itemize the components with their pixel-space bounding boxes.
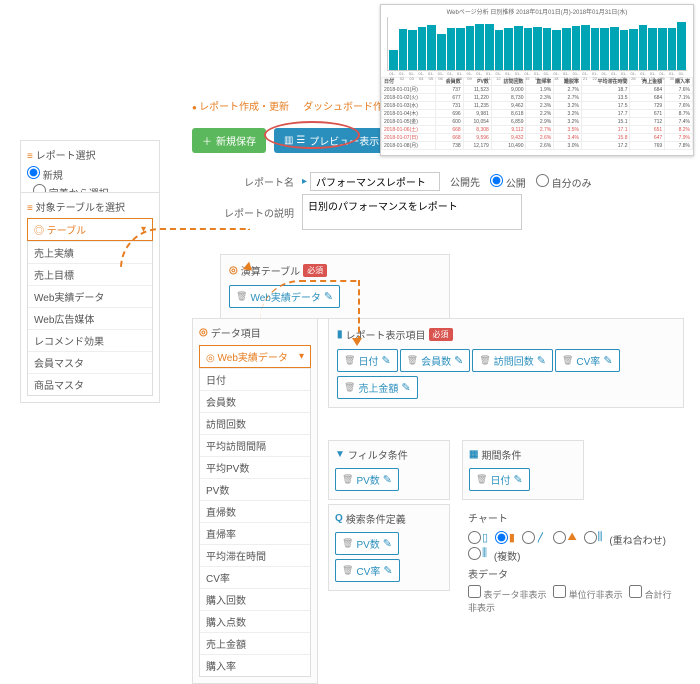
preview-button[interactable]: ▥ ☰プレビュー表示 <box>274 128 389 153</box>
data-item[interactable]: 平均PV数 <box>200 456 310 478</box>
chart-title: Webページ分析 日別推移 2018年01月01日(月)-2018年01月31日… <box>387 7 687 16</box>
table-item[interactable]: レコメンド効果 <box>28 329 152 351</box>
tab-report[interactable]: レポート作成・更新 <box>192 98 289 113</box>
section-chart: チャート <box>468 510 678 525</box>
data-item[interactable]: PV数 <box>200 478 310 500</box>
table-item[interactable]: 会員マスタ <box>28 351 152 373</box>
line-icon: 〳 <box>536 529 547 545</box>
preview-overlay: Webページ分析 日別推移 2018年01月01日(月)-2018年01月31日… <box>380 4 694 156</box>
chart-type-options[interactable]: ▯ ▮ 〳 ⛰ ⫼ (重ね合わせ) ⫼ (複数) <box>468 529 678 563</box>
chk-hide-table[interactable]: 表データ非表示 <box>468 590 547 600</box>
multi-icon: ⫼ <box>482 547 487 560</box>
data-item[interactable]: 訪問回数 <box>200 412 310 434</box>
bar-icon: ▯ <box>482 531 488 544</box>
data-items-header[interactable]: ◎ Web実績データ <box>199 345 311 368</box>
data-item[interactable]: 平均滞在時間 <box>200 544 310 566</box>
label-report-name: レポート名 <box>192 174 302 189</box>
table-item[interactable]: 商品マスタ <box>28 373 152 395</box>
chip-search-2[interactable]: 🗑CV率✎ <box>335 559 400 582</box>
data-item[interactable]: 購入率 <box>200 654 310 676</box>
chip-report-item[interactable]: 🗑訪問回数✎ <box>472 349 553 372</box>
chip-report-item[interactable]: 🗑会員数✎ <box>400 349 471 372</box>
radio-new[interactable]: 新規 <box>27 166 153 182</box>
delete-icon[interactable]: 🗑 <box>236 291 247 302</box>
section-search: Q検索条件定義 <box>335 511 443 526</box>
bar2-icon: ▮ <box>509 531 515 544</box>
chip-filter[interactable]: 🗑PV数✎ <box>335 468 399 491</box>
combo-icon: ⫼ <box>598 531 603 544</box>
table-item[interactable]: 売上目標 <box>28 263 152 285</box>
data-item[interactable]: 売上金額 <box>200 632 310 654</box>
data-item[interactable]: 直帰数 <box>200 500 310 522</box>
chip-report-item[interactable]: 🗑CV率✎ <box>555 349 620 372</box>
report-name-input[interactable] <box>310 172 440 191</box>
data-item[interactable]: 会員数 <box>200 390 310 412</box>
radio-public[interactable]: 公開 <box>490 174 526 190</box>
section-data-items: ◎データ項目 <box>199 325 311 340</box>
chk-hide-unit[interactable]: 単位行非表示 <box>553 590 623 600</box>
table-item[interactable]: Web広告媒体 <box>28 307 152 329</box>
data-item[interactable]: 直帰率 <box>200 522 310 544</box>
radio-private[interactable]: 自分のみ <box>536 174 592 190</box>
chip-search-1[interactable]: 🗑PV数✎ <box>335 532 399 555</box>
label-publish: 公開先 <box>450 174 480 189</box>
section-tabledisp: 表データ <box>468 566 678 581</box>
panel-title-select: レポート選択 <box>27 147 153 162</box>
section-source-table: ◎演算テーブル 必須 <box>229 263 441 278</box>
table-item[interactable]: 売上実績 <box>28 241 152 263</box>
area-icon: ⛰ <box>567 531 576 544</box>
data-item[interactable]: 購入点数 <box>200 610 310 632</box>
panel-title-tables: 対象テーブルを選択 <box>27 199 153 214</box>
report-desc-input[interactable]: 日別のパフォーマンスをレポート <box>302 194 522 230</box>
data-item[interactable]: 購入回数 <box>200 588 310 610</box>
chip-period[interactable]: 🗑日付✎ <box>469 468 530 491</box>
plus-icon: ＋ <box>202 133 212 148</box>
section-filter: ▼フィルタ条件 <box>335 447 443 462</box>
label-report-desc: レポートの説明 <box>192 205 302 220</box>
chart-icon: ▥ ☰ <box>284 135 305 146</box>
section-report-items: ▮レポート表示項目 必須 <box>337 327 675 342</box>
tables-header[interactable]: ◎ テーブル <box>27 218 153 241</box>
save-button[interactable]: ＋新規保存 <box>192 128 266 153</box>
table-item[interactable]: Web実績データ <box>28 285 152 307</box>
section-period: ▦期間条件 <box>469 447 577 462</box>
chip-source-table[interactable]: 🗑Web実績データ✎ <box>229 285 340 308</box>
data-item[interactable]: 平均訪問間隔 <box>200 434 310 456</box>
edit-icon[interactable]: ✎ <box>324 290 333 303</box>
chip-report-item[interactable]: 🗑売上金額✎ <box>337 376 418 399</box>
preview-table: 日付会員数PV数訪問回数直帰率離脱率平均滞在時間売上金額購入率2018-01-0… <box>381 77 693 150</box>
chip-report-item[interactable]: 🗑日付✎ <box>337 349 398 372</box>
data-item[interactable]: 日付 <box>200 368 310 390</box>
chevron-right-icon: ▸ <box>302 176 307 187</box>
data-item[interactable]: CV率 <box>200 566 310 588</box>
